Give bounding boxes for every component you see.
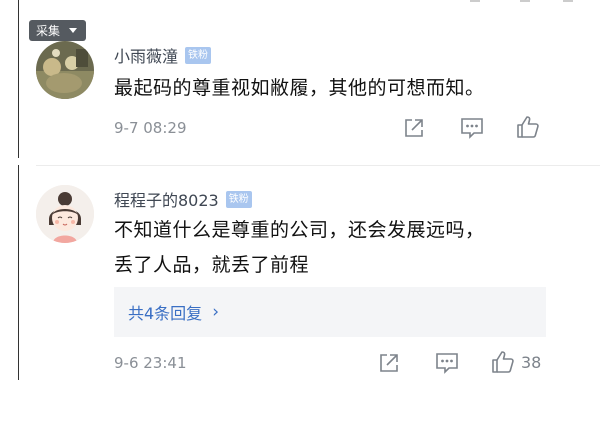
collect-dropdown[interactable]: 采集 [29, 20, 86, 41]
top-edge-mark [470, 0, 480, 2]
comment-text-line: 丢了人品，就丢了前程 [114, 254, 310, 276]
thumbs-up-icon [492, 351, 514, 373]
chevron-right-icon: › [212, 302, 219, 322]
comment-text-line: 最起码的尊重视如敝履，其他的可想而知。 [114, 77, 485, 99]
comment-author-row: 小雨薇潼 铁粉 [114, 43, 212, 67]
comment-text: 不知道什么是尊重的公司，还会发展远吗， 丢了人品，就丢了前程 [114, 213, 485, 283]
left-rule [18, 165, 19, 380]
view-replies-button[interactable]: 共4条回复 › [114, 287, 546, 337]
left-rule [18, 0, 19, 158]
top-edge-mark [563, 0, 573, 2]
comment-author-row: 程程子的8023 铁粉 [114, 187, 252, 211]
thumbs-up-icon [517, 116, 539, 138]
avatar[interactable] [36, 185, 94, 243]
like-button[interactable]: 38 [491, 350, 541, 374]
fan-badge: 铁粉 [225, 190, 252, 208]
collect-label: 采集 [36, 24, 61, 38]
comment-timestamp: 9-7 08:29 [114, 119, 187, 137]
comment-divider [36, 165, 600, 166]
reply-button[interactable] [435, 352, 459, 374]
reply-button[interactable] [460, 117, 484, 139]
like-button[interactable] [516, 115, 546, 139]
share-button[interactable] [403, 117, 425, 139]
fan-badge: 铁粉 [185, 46, 212, 64]
top-edge-mark [520, 0, 530, 2]
like-count: 38 [521, 352, 542, 372]
avatar[interactable] [36, 41, 94, 99]
comment-text: 最起码的尊重视如敝履，其他的可想而知。 [114, 71, 485, 106]
share-icon [380, 354, 398, 372]
comment-icon [436, 353, 458, 374]
comment-text-line: 不知道什么是尊重的公司，还会发展远吗， [114, 219, 485, 241]
chevron-down-icon [69, 28, 77, 33]
comment-icon [461, 118, 483, 139]
comment-author-name[interactable]: 小雨薇潼 [114, 43, 178, 67]
share-button[interactable] [378, 352, 400, 374]
view-replies-label: 共4条回复 [128, 304, 203, 323]
share-icon [405, 119, 423, 137]
comment-timestamp: 9-6 23:41 [114, 354, 187, 372]
comment-author-name[interactable]: 程程子的8023 [114, 187, 219, 211]
